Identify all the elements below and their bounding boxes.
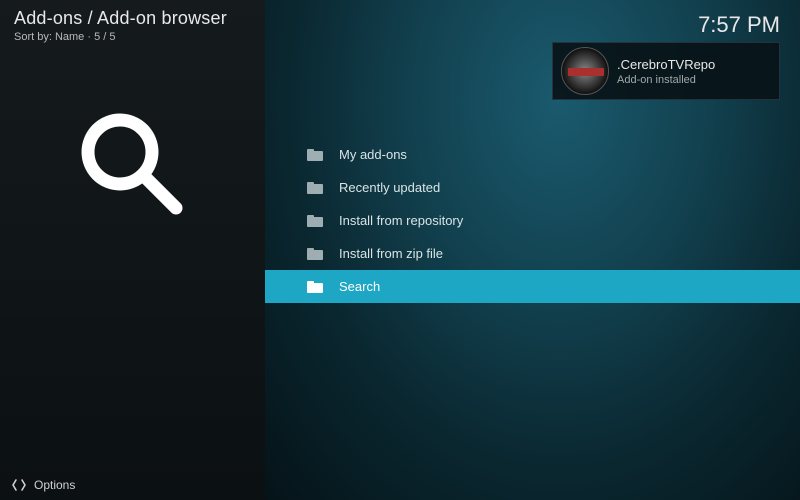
folder-icon bbox=[307, 248, 323, 260]
breadcrumb: Add-ons / Add-on browser bbox=[14, 8, 251, 29]
options-button[interactable]: Options bbox=[12, 478, 75, 492]
menu-item-install-zip[interactable]: Install from zip file bbox=[265, 237, 800, 270]
folder-icon bbox=[307, 281, 323, 293]
menu-item-label: Install from repository bbox=[339, 213, 463, 228]
menu-item-recently-updated[interactable]: Recently updated bbox=[265, 171, 800, 204]
clock: 7:57 PM bbox=[698, 12, 780, 38]
menu-item-label: Search bbox=[339, 279, 380, 294]
sidebar: Add-ons / Add-on browser Sort by: Name ·… bbox=[0, 0, 265, 500]
options-label: Options bbox=[34, 478, 75, 492]
menu-item-search[interactable]: Search bbox=[265, 270, 800, 303]
sort-info: Sort by: Name · 5 / 5 bbox=[14, 31, 251, 43]
search-icon bbox=[68, 102, 198, 232]
menu-list: My add-ons Recently updated Install from… bbox=[265, 138, 800, 303]
menu-item-label: Install from zip file bbox=[339, 246, 443, 261]
notification-toast: .CerebroTVRepo Add-on installed bbox=[552, 42, 780, 100]
menu-item-install-repository[interactable]: Install from repository bbox=[265, 204, 800, 237]
notification-subtitle: Add-on installed bbox=[617, 74, 715, 86]
main-panel: 7:57 PM .CerebroTVRepo Add-on installed … bbox=[265, 0, 800, 500]
notification-thumbnail bbox=[561, 47, 609, 95]
list-position: 5 / 5 bbox=[94, 31, 115, 43]
sort-label[interactable]: Sort by: Name bbox=[14, 31, 84, 43]
menu-item-label: My add-ons bbox=[339, 147, 407, 162]
notification-title: .CerebroTVRepo bbox=[617, 57, 715, 72]
folder-icon bbox=[307, 182, 323, 194]
folder-icon bbox=[307, 149, 323, 161]
menu-item-label: Recently updated bbox=[339, 180, 440, 195]
folder-icon bbox=[307, 215, 323, 227]
arrows-icon bbox=[12, 478, 26, 492]
menu-item-my-addons[interactable]: My add-ons bbox=[265, 138, 800, 171]
